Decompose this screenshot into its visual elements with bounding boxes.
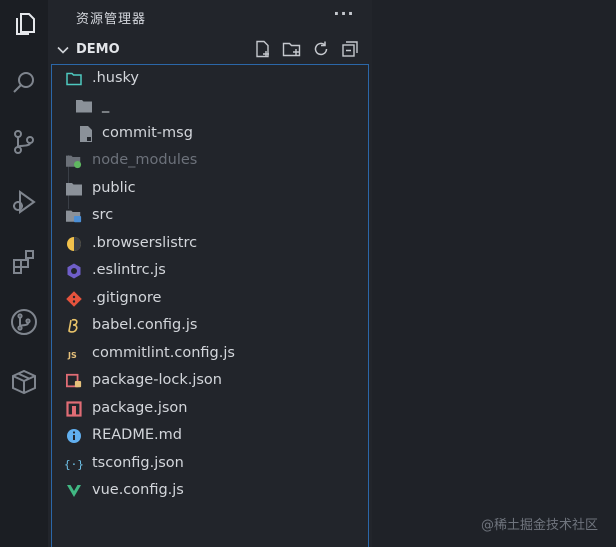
svg-text:{·}: {·}	[64, 458, 84, 471]
explorer-title: 资源管理器	[76, 12, 147, 27]
package-icon[interactable]	[0, 358, 48, 406]
tree-item-node-modules[interactable]: node_modules	[52, 147, 368, 174]
tree-item-commitlint-config[interactable]: JS commitlint.config.js	[52, 340, 368, 367]
file-tree: .husky _ commit-msg node_modules public …	[51, 64, 369, 547]
tree-item-label: src	[92, 207, 114, 223]
tree-item-underscore[interactable]: _	[52, 92, 368, 119]
refresh-icon[interactable]	[310, 38, 332, 60]
activity-bar	[0, 0, 48, 547]
tree-item-label: .eslintrc.js	[92, 262, 166, 278]
tree-item-label: package-lock.json	[92, 372, 222, 388]
info-icon	[66, 428, 82, 444]
eslint-icon	[66, 263, 82, 279]
folder-icon	[76, 98, 92, 114]
chevron-down-icon	[56, 42, 70, 61]
source-control-icon[interactable]	[0, 118, 48, 166]
svg-text:JS: JS	[67, 351, 77, 360]
tree-item-husky[interactable]: .husky	[52, 65, 368, 92]
search-icon[interactable]	[0, 58, 48, 106]
tree-item-gitignore[interactable]: .gitignore	[52, 285, 368, 312]
collapse-all-icon[interactable]	[339, 38, 361, 60]
workspace-section-header[interactable]: DEMO	[48, 38, 372, 62]
tree-item-label: .gitignore	[92, 290, 162, 306]
tree-item-package-json[interactable]: package.json	[52, 395, 368, 422]
js-icon: JS	[66, 346, 82, 362]
npm-icon	[66, 401, 82, 417]
new-file-icon[interactable]	[252, 38, 274, 60]
npm-lock-icon	[66, 373, 82, 389]
tree-item-commit-msg[interactable]: commit-msg	[52, 120, 368, 147]
explorer-sidebar: 资源管理器 ··· DEMO .husky _ commit-msg node_…	[48, 0, 372, 547]
tree-item-tsconfig[interactable]: {·} tsconfig.json	[52, 450, 368, 477]
tree-item-label: node_modules	[92, 152, 198, 168]
tree-item-babel-config[interactable]: babel.config.js	[52, 312, 368, 339]
tree-item-label: commit-msg	[102, 125, 193, 141]
tree-item-label: public	[92, 180, 136, 196]
tree-item-label: .browserslistrc	[92, 235, 198, 251]
tree-item-label: _	[102, 97, 110, 113]
run-debug-icon[interactable]	[0, 178, 48, 226]
explorer-header: 资源管理器 ···	[48, 0, 372, 34]
tree-item-label: babel.config.js	[92, 317, 198, 333]
tree-item-package-lock[interactable]: package-lock.json	[52, 367, 368, 394]
folder-src-icon	[66, 208, 82, 224]
browserslist-icon	[66, 236, 82, 252]
tree-item-src[interactable]: src	[52, 202, 368, 229]
tree-item-eslintrc[interactable]: .eslintrc.js	[52, 257, 368, 284]
folder-icon	[66, 181, 82, 197]
extensions-icon[interactable]	[0, 238, 48, 286]
tree-item-label: commitlint.config.js	[92, 345, 235, 361]
json-icon: {·}	[64, 456, 84, 472]
watermark: @稀土掘金技术社区	[481, 518, 599, 533]
tree-item-public[interactable]: public	[52, 175, 368, 202]
explorer-icon[interactable]	[0, 0, 48, 48]
file-icon	[78, 126, 94, 142]
babel-icon	[66, 318, 82, 334]
folder-node-icon	[66, 153, 82, 169]
git-icon	[66, 291, 82, 307]
tree-item-label: tsconfig.json	[92, 455, 184, 471]
git-graph-icon[interactable]	[0, 298, 48, 346]
vue-icon	[66, 483, 82, 499]
tree-item-label: package.json	[92, 400, 188, 416]
folder-husky-icon	[66, 71, 82, 87]
tree-item-browserslistrc[interactable]: .browserslistrc	[52, 230, 368, 257]
more-actions-icon[interactable]: ···	[332, 4, 356, 24]
tree-item-label: .husky	[92, 70, 140, 86]
tree-item-label: vue.config.js	[92, 482, 184, 498]
new-folder-icon[interactable]	[281, 38, 303, 60]
tree-item-vue-config[interactable]: vue.config.js	[52, 477, 368, 504]
workspace-title: DEMO	[76, 42, 120, 57]
tree-item-readme[interactable]: README.md	[52, 422, 368, 449]
tree-item-label: README.md	[92, 427, 182, 443]
